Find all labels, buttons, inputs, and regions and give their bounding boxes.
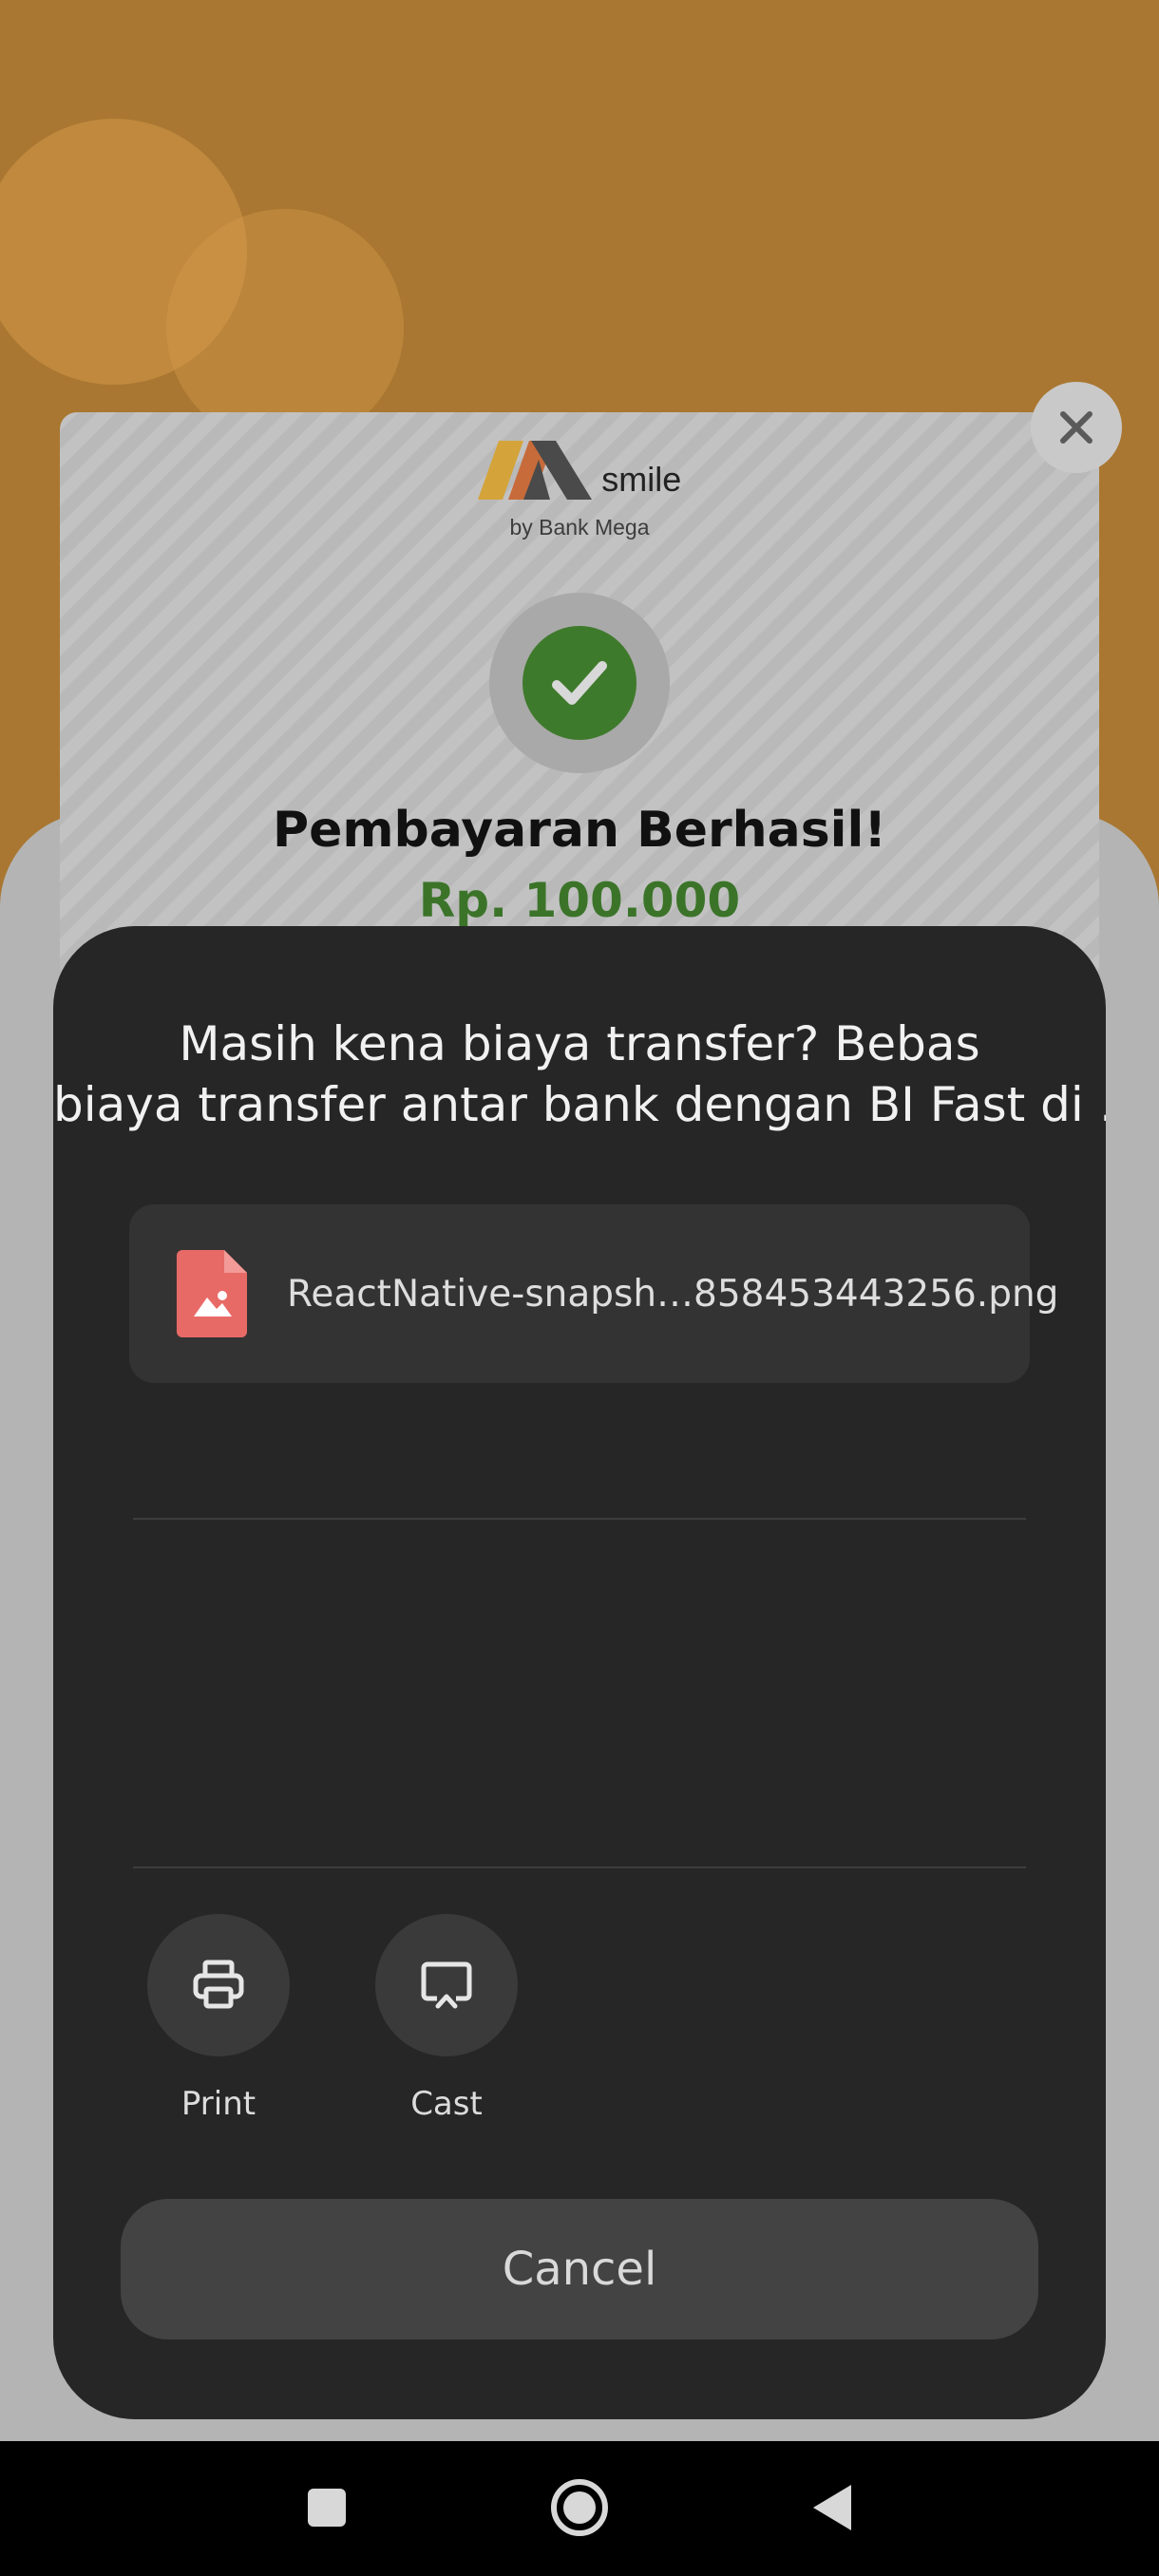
payment-status-title: Pembayaran Berhasil! bbox=[272, 802, 887, 859]
shared-file-name: ReactNative-snapsh…858453443256.png bbox=[287, 1273, 1059, 1316]
logo-wordmark: smile bbox=[601, 460, 682, 499]
cancel-button[interactable]: Cancel bbox=[121, 2199, 1038, 2339]
recent-apps-button[interactable] bbox=[289, 2470, 365, 2546]
logo-subtitle: by Bank Mega bbox=[509, 515, 650, 540]
cast-action[interactable]: Cast bbox=[375, 1914, 518, 2123]
system-navigation-bar bbox=[0, 2441, 1159, 2576]
print-label: Print bbox=[180, 2085, 256, 2123]
cast-label: Cast bbox=[410, 2085, 483, 2123]
print-button[interactable] bbox=[147, 1914, 290, 2056]
home-icon bbox=[551, 2479, 608, 2536]
share-title-line-1: Masih kena biaya transfer? Bebas bbox=[179, 1016, 980, 1071]
payment-amount: Rp. 100.000 bbox=[418, 873, 741, 928]
smile-logo-icon bbox=[477, 441, 592, 500]
decorative-circle bbox=[166, 209, 404, 446]
share-sheet-title: Masih kena biaya transfer? Bebas biaya t… bbox=[53, 1013, 1106, 1135]
print-icon bbox=[193, 1960, 244, 2009]
success-check-icon bbox=[522, 626, 636, 740]
bank-logo: smile bbox=[60, 441, 1099, 500]
divider bbox=[133, 1518, 1026, 1520]
print-action[interactable]: Print bbox=[147, 1914, 290, 2123]
share-title-line-2: biaya transfer antar bank dengan BI Fast… bbox=[53, 1077, 1106, 1132]
close-icon bbox=[1060, 411, 1092, 444]
close-button[interactable] bbox=[1031, 382, 1122, 473]
share-sheet: Masih kena biaya transfer? Bebas biaya t… bbox=[53, 926, 1106, 2419]
divider bbox=[133, 1866, 1026, 1868]
recent-apps-icon bbox=[308, 2489, 346, 2527]
shared-file-card: ReactNative-snapsh…858453443256.png bbox=[129, 1204, 1058, 1383]
cast-button[interactable] bbox=[375, 1914, 518, 2056]
back-icon bbox=[813, 2485, 851, 2530]
image-file-icon bbox=[177, 1250, 247, 1342]
receipt-card: smile by Bank Mega Pembayaran Berhasil! … bbox=[60, 412, 1099, 982]
back-button[interactable] bbox=[798, 2470, 874, 2546]
home-button[interactable] bbox=[542, 2470, 618, 2546]
cast-icon bbox=[421, 1961, 472, 2009]
